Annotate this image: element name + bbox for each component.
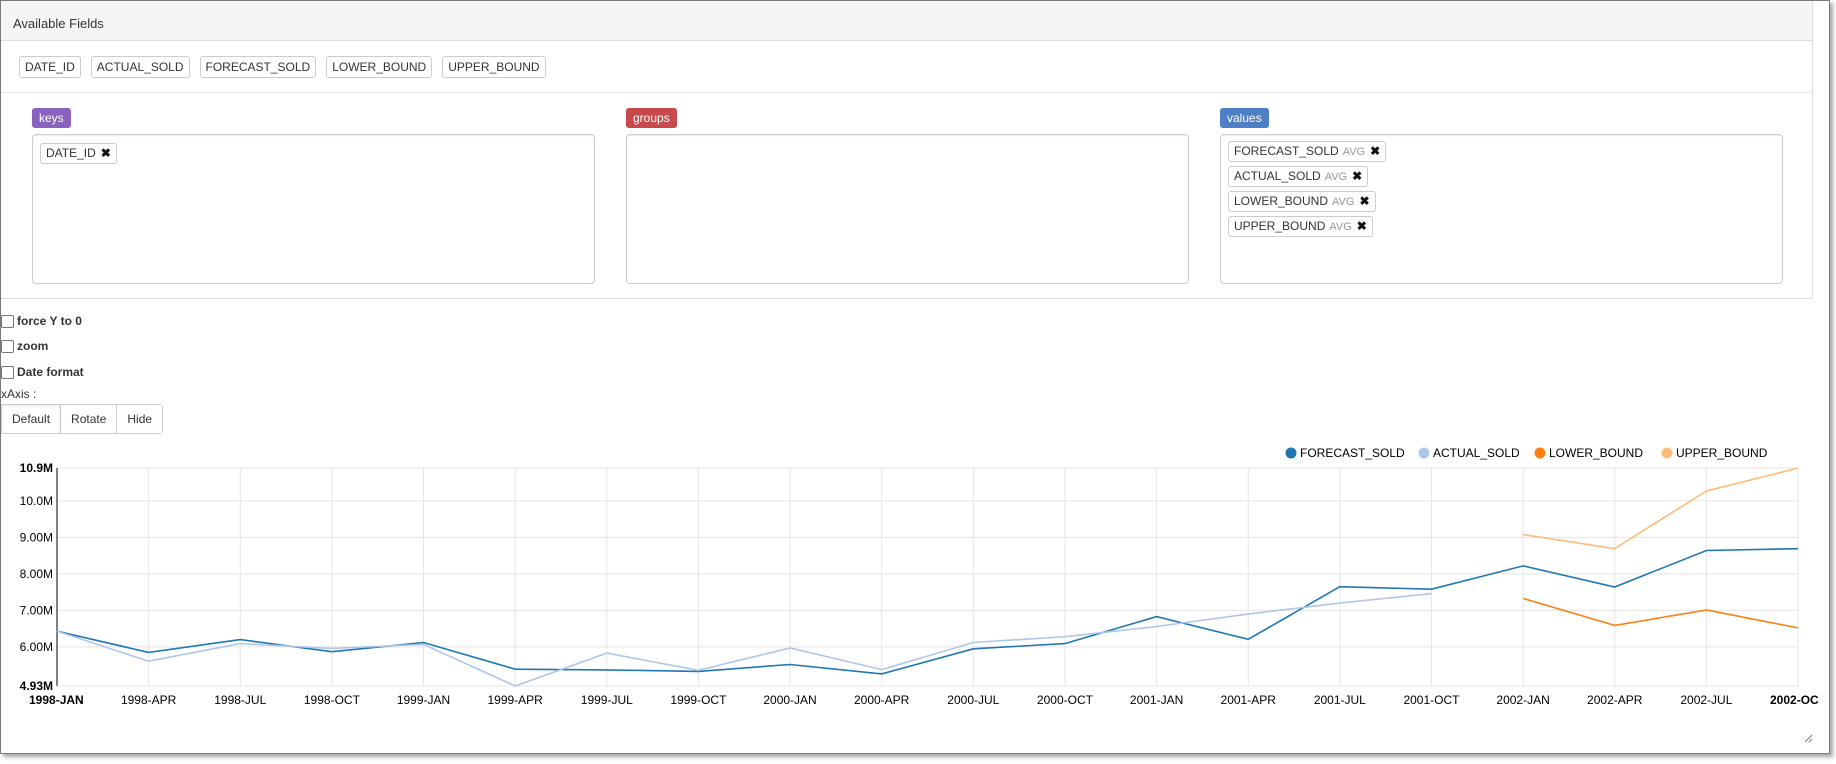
- keys-dropzone[interactable]: DATE_ID ✖: [32, 134, 595, 284]
- available-field-chip[interactable]: FORECAST_SOLD: [199, 56, 317, 78]
- force-y-zero-option[interactable]: force Y to 0: [1, 313, 82, 329]
- series-line-upper-bound: [1522, 467, 1799, 550]
- x-tick-label: 2001-JAN: [1130, 693, 1183, 707]
- x-tick-label: 2001-JUL: [1314, 693, 1366, 707]
- x-tick-label: 2002-APR: [1587, 693, 1643, 707]
- remove-icon[interactable]: ✖: [1370, 144, 1380, 158]
- x-tick-label: 2001-APR: [1221, 693, 1277, 707]
- x-tick-label: 1998-JUL: [214, 693, 266, 707]
- series-line-actual-sold: [56, 592, 1432, 687]
- x-tick-label: 2002-JAN: [1496, 693, 1549, 707]
- available-fields-list: DATE_ID ACTUAL_SOLD FORECAST_SOLD LOWER_BOU…: [1, 41, 1812, 93]
- values-dropzone[interactable]: FORECAST_SOLD AVG ✖ ACTUAL_SOLD AVG ✖ LOWER_BO…: [1220, 134, 1783, 284]
- keys-label: keys: [32, 108, 71, 128]
- aggregation-selector[interactable]: AVG: [1325, 171, 1347, 183]
- y-tick-label: 8.00M: [20, 567, 53, 581]
- keys-pill-name: DATE_ID: [46, 146, 96, 160]
- values-pill[interactable]: LOWER_BOUND AVG ✖: [1228, 191, 1376, 212]
- legend-marker[interactable]: [1285, 447, 1297, 459]
- x-tick-label: 2000-APR: [854, 693, 910, 707]
- xaxis-label: xAxis :: [1, 387, 37, 401]
- x-tick-label: 1998-OCT: [304, 693, 361, 707]
- groups-dropzone[interactable]: [626, 134, 1189, 284]
- x-tick-label: 2000-OCT: [1037, 693, 1094, 707]
- y-tick-label: 10.0M: [20, 494, 53, 508]
- values-pill[interactable]: UPPER_BOUND AVG ✖: [1228, 216, 1373, 237]
- y-tick-label: 9.00M: [20, 530, 53, 544]
- xaxis-hide-button[interactable]: Hide: [117, 405, 163, 433]
- x-tick-label: 1999-APR: [487, 693, 543, 707]
- y-tick-label: 6.00M: [20, 640, 53, 654]
- pivot-settings-panel: Available Fields DATE_ID ACTUAL_SOLD FOREC…: [1, 1, 1813, 299]
- x-tick-label: 1998-APR: [121, 693, 177, 707]
- groups-label: groups: [626, 108, 677, 128]
- values-pill[interactable]: FORECAST_SOLD AVG ✖: [1228, 141, 1387, 162]
- values-pill-name: FORECAST_SOLD: [1234, 144, 1339, 158]
- aggregation-selector[interactable]: AVG: [1343, 146, 1365, 158]
- legend-marker[interactable]: [1418, 447, 1430, 459]
- aggregation-selector[interactable]: AVG: [1332, 196, 1354, 208]
- x-tick-label: 2000-JAN: [763, 693, 816, 707]
- keys-pill[interactable]: DATE_ID ✖: [40, 143, 117, 164]
- force-y-zero-label: force Y to 0: [17, 314, 82, 328]
- available-field-chip[interactable]: LOWER_BOUND: [326, 56, 433, 78]
- x-tick-label: 1999-JUL: [581, 693, 633, 707]
- legend-marker[interactable]: [1534, 447, 1546, 459]
- series-line-forecast-sold: [56, 547, 1799, 675]
- resize-handle-icon[interactable]: [1803, 733, 1813, 743]
- legend-label[interactable]: LOWER_BOUND: [1549, 446, 1643, 460]
- values-pill-name: LOWER_BOUND: [1234, 194, 1329, 208]
- y-tick-label: 4.93M: [20, 679, 53, 693]
- zoom-label: zoom: [17, 339, 49, 353]
- values-pill-name: UPPER_BOUND: [1234, 219, 1326, 233]
- x-tick-label: 1999-OCT: [670, 693, 727, 707]
- date-format-label: Date format: [17, 365, 84, 379]
- legend-label[interactable]: UPPER_BOUND: [1676, 446, 1768, 460]
- xaxis-rotate-button[interactable]: Rotate: [61, 405, 118, 433]
- line-chart: 10.9M10.0M9.00M8.00M7.00M6.00M4.93M1998-…: [20, 446, 1819, 707]
- x-tick-label: 1998-JAN: [29, 693, 84, 707]
- values-pill[interactable]: ACTUAL_SOLD AVG ✖: [1228, 166, 1369, 187]
- legend-label[interactable]: FORECAST_SOLD: [1300, 446, 1405, 460]
- available-field-chip[interactable]: DATE_ID: [19, 56, 81, 78]
- legend-label[interactable]: ACTUAL_SOLD: [1433, 446, 1520, 460]
- x-tick-label: 1999-JAN: [397, 693, 450, 707]
- panel-heading: Available Fields: [1, 1, 1812, 41]
- force-y-zero-checkbox[interactable]: [1, 314, 14, 328]
- x-tick-label: 2000-JUL: [947, 693, 999, 707]
- available-field-chip[interactable]: UPPER_BOUND: [442, 56, 546, 78]
- x-tick-label: 2002-OC: [1770, 693, 1819, 707]
- date-format-checkbox[interactable]: [1, 365, 14, 379]
- remove-icon[interactable]: ✖: [101, 146, 111, 160]
- xaxis-button-group: Default Rotate Hide: [1, 404, 164, 434]
- values-label: values: [1220, 108, 1269, 128]
- date-format-option[interactable]: Date format: [1, 364, 84, 380]
- legend-marker[interactable]: [1661, 447, 1673, 459]
- x-tick-label: 2002-JUL: [1680, 693, 1732, 707]
- values-pill-name: ACTUAL_SOLD: [1234, 169, 1321, 183]
- available-field-chip[interactable]: ACTUAL_SOLD: [90, 56, 190, 78]
- zoom-checkbox[interactable]: [1, 339, 14, 353]
- y-tick-label: 10.9M: [20, 461, 53, 475]
- remove-icon[interactable]: ✖: [1357, 219, 1367, 233]
- xaxis-default-button[interactable]: Default: [2, 405, 62, 433]
- zoom-option[interactable]: zoom: [1, 338, 48, 354]
- remove-icon[interactable]: ✖: [1352, 169, 1362, 183]
- y-tick-label: 7.00M: [20, 603, 53, 617]
- x-tick-label: 2001-OCT: [1403, 693, 1460, 707]
- series-line-lower-bound: [1522, 597, 1799, 629]
- remove-icon[interactable]: ✖: [1359, 194, 1369, 208]
- visualization-frame: Available Fields DATE_ID ACTUAL_SOLD FOREC…: [0, 0, 1830, 754]
- aggregation-selector[interactable]: AVG: [1329, 221, 1351, 233]
